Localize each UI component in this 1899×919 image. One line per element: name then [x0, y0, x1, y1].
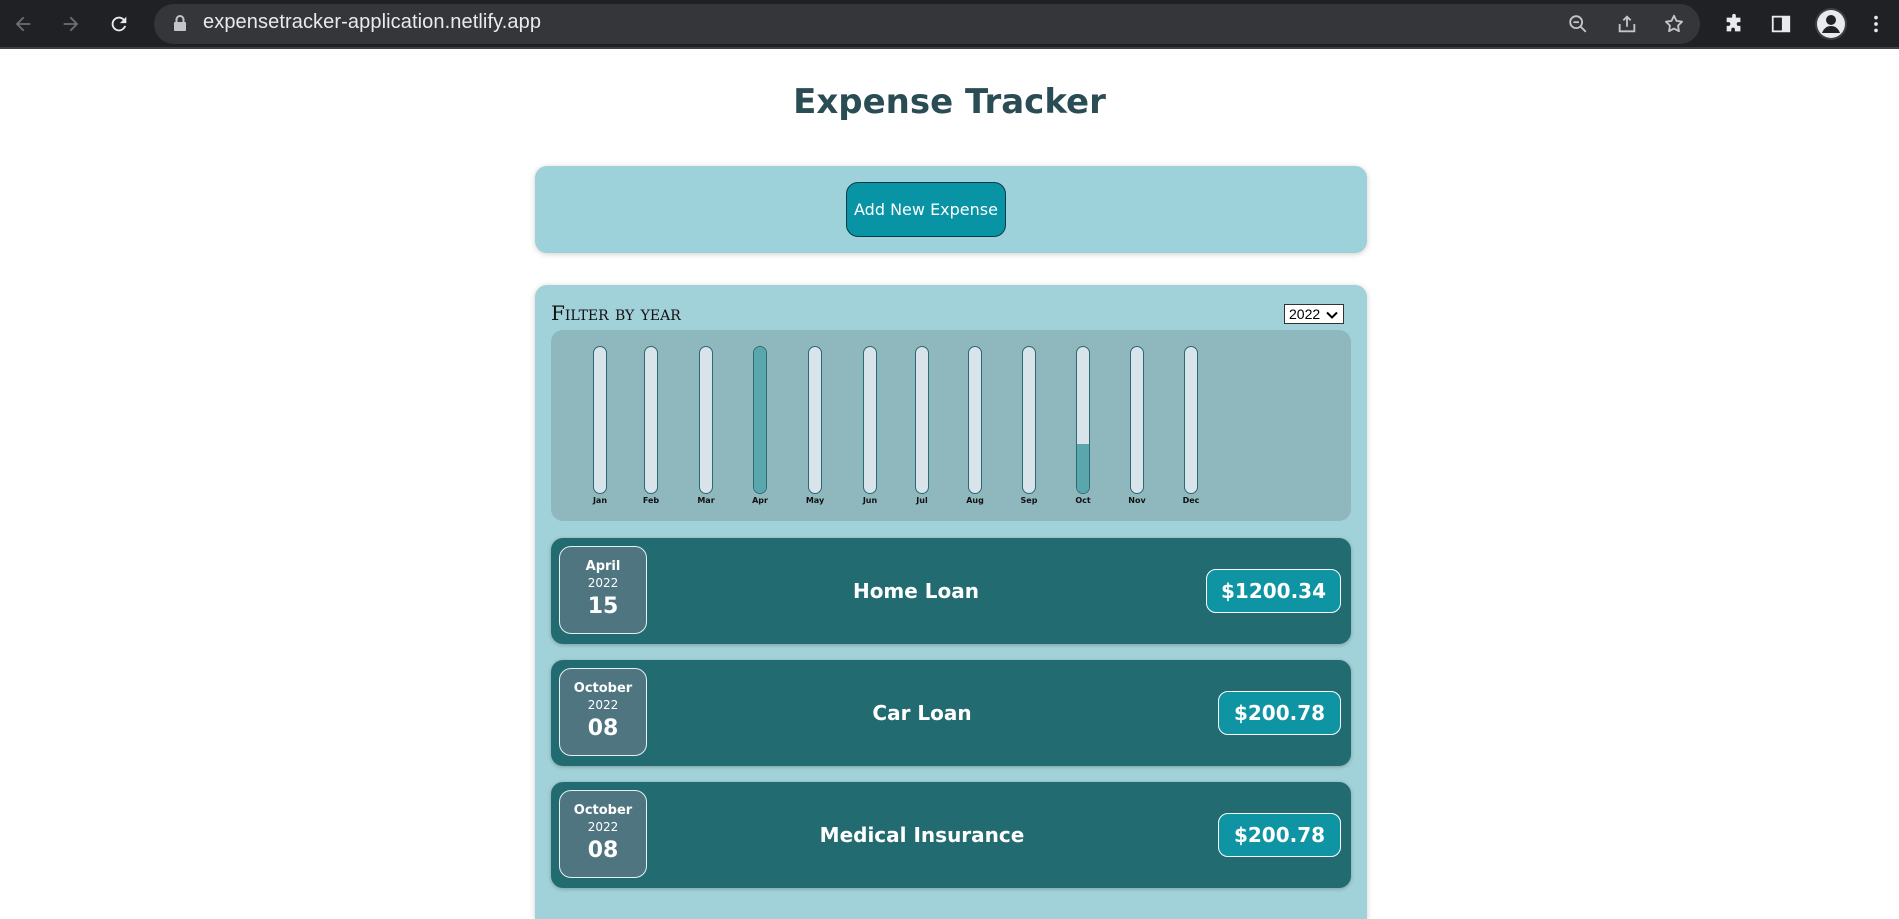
chart-bar-mar: Mar [691, 346, 721, 508]
chart-bar-label: Dec [1182, 496, 1200, 505]
expense-item[interactable]: October 2022 08 Car Loan $200.78 [551, 660, 1351, 766]
expense-date: April 2022 15 [559, 546, 647, 634]
page-title: Expense Tracker [793, 82, 1106, 122]
chart-bar-apr: Apr [745, 346, 775, 508]
expense-date: October 2022 08 [559, 668, 647, 756]
share-icon[interactable] [1612, 9, 1642, 39]
chart-bar-track [808, 346, 822, 494]
bookmark-star-icon[interactable] [1659, 9, 1689, 39]
chart-bar-jan: Jan [585, 346, 615, 508]
chart-bar-track [593, 346, 607, 494]
extensions-icon[interactable] [1719, 9, 1749, 39]
expense-date-day: 08 [587, 716, 619, 741]
lock-icon[interactable] [171, 13, 189, 37]
filter-label: Filter by year [551, 301, 681, 325]
expense-amount: $1200.34 [1206, 569, 1341, 613]
chart-bar-aug: Aug [960, 346, 990, 508]
chart-bar-track [1022, 346, 1036, 494]
expense-item[interactable]: April 2022 15 Home Loan $1200.34 [551, 538, 1351, 644]
expense-amount: $200.78 [1218, 813, 1341, 857]
chart-bar-label: Apr [752, 496, 768, 505]
expense-date-month: April [585, 559, 621, 574]
expense-title: Home Loan [852, 579, 980, 603]
chart-bar-label: Jun [862, 496, 878, 505]
chart-bar-track [699, 346, 713, 494]
monthly-expense-chart: Jan Feb Mar Apr May Jun Jul Aug Sep Oct Nov Dec [551, 330, 1351, 521]
chart-bar-label: Oct [1075, 496, 1091, 505]
chart-bar-fill [754, 347, 766, 493]
year-select[interactable]: 2022 [1284, 304, 1344, 324]
expense-date-year: 2022 [587, 698, 619, 712]
chart-bar-label: May [805, 496, 825, 505]
chart-bar-sep: Sep [1014, 346, 1044, 508]
year-select-value: 2022 [1289, 306, 1321, 322]
chart-bar-label: Sep [1020, 496, 1038, 505]
chevron-down-icon [1325, 308, 1339, 325]
expenses-panel: Filter by year 2022 Jan Feb Mar Apr May Jun Ju… [535, 285, 1367, 919]
chart-bar-may: May [800, 346, 830, 508]
chart-bar-label: Jul [916, 496, 928, 505]
profile-icon[interactable] [1815, 8, 1847, 40]
browser-toolbar: expensetracker-application.netlify.app [0, 0, 1899, 49]
chart-bar-fill [1077, 444, 1089, 493]
chart-bar-track [968, 346, 982, 494]
expense-date: October 2022 08 [559, 790, 647, 878]
chart-bar-feb: Feb [636, 346, 666, 508]
add-new-expense-button[interactable]: Add New Expense [846, 182, 1006, 237]
expense-date-month: October [573, 803, 633, 818]
chart-bar-track [1076, 346, 1090, 494]
zoom-icon[interactable] [1563, 9, 1593, 39]
expense-date-year: 2022 [587, 576, 619, 590]
chart-bar-track [753, 346, 767, 494]
chart-bar-label: Jan [592, 496, 608, 505]
chart-bar-track [644, 346, 658, 494]
back-icon[interactable] [8, 9, 38, 39]
chart-bar-label: Mar [697, 496, 715, 505]
chart-bar-label: Nov [1128, 496, 1146, 505]
forward-icon[interactable] [56, 9, 86, 39]
reload-icon[interactable] [104, 9, 134, 39]
chart-bar-label: Feb [642, 496, 660, 505]
expense-item[interactable]: October 2022 08 Medical Insurance $200.78 [551, 782, 1351, 888]
chart-bar-nov: Nov [1122, 346, 1152, 508]
chart-bar-oct: Oct [1068, 346, 1098, 508]
chart-bar-track [863, 346, 877, 494]
url-text[interactable]: expensetracker-application.netlify.app [203, 11, 541, 34]
menu-icon[interactable] [1861, 9, 1891, 39]
expense-date-day: 08 [587, 838, 619, 863]
new-expense-panel: Add New Expense [535, 166, 1367, 253]
expense-date-year: 2022 [587, 820, 619, 834]
chart-bar-dec: Dec [1176, 346, 1206, 508]
chart-bar-track [915, 346, 929, 494]
expense-date-month: October [573, 681, 633, 696]
chart-bar-label: Aug [966, 496, 984, 505]
chart-bar-jul: Jul [907, 346, 937, 508]
chart-bar-jun: Jun [855, 346, 885, 508]
expense-title: Medical Insurance [819, 823, 1025, 847]
chart-bar-track [1184, 346, 1198, 494]
side-panel-icon[interactable] [1766, 9, 1796, 39]
chart-bar-track [1130, 346, 1144, 494]
expense-date-day: 15 [587, 594, 619, 619]
expense-amount: $200.78 [1218, 691, 1341, 735]
expense-title: Car Loan [872, 701, 972, 725]
